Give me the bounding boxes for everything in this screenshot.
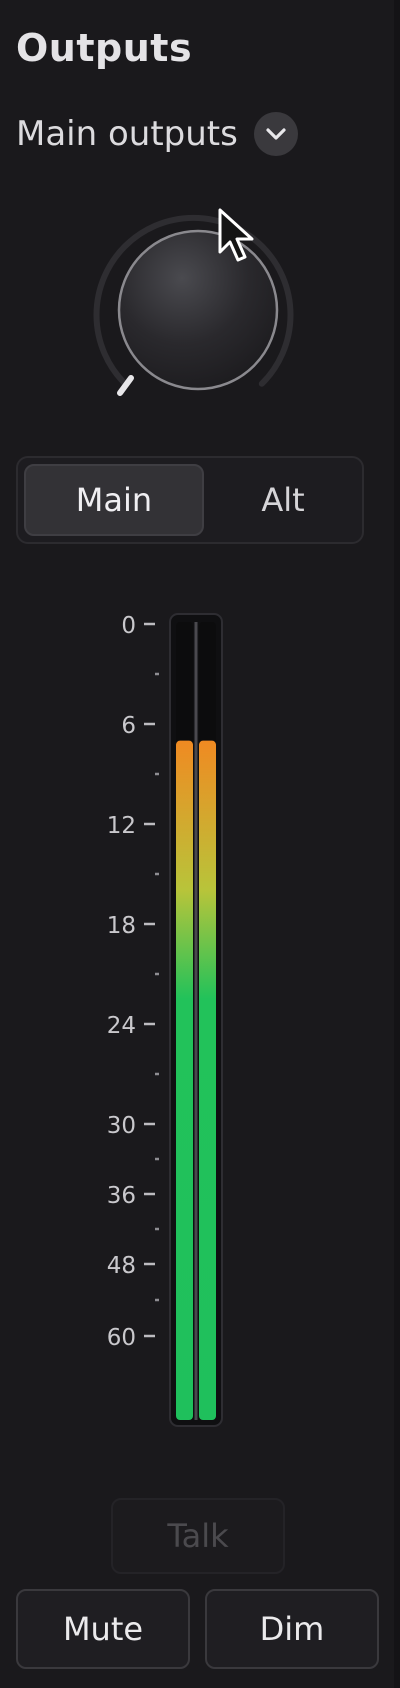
dim-button[interactable]: Dim (205, 1589, 379, 1669)
outputs-panel: Outputs Main outputs Main Alt 0 6 12 18 … (0, 0, 400, 1688)
level-meter: 0 6 12 18 24 30 36 48 60 (0, 600, 400, 1440)
main-alt-switch: Main Alt (16, 456, 364, 544)
meter-scale: 0 6 12 18 24 30 36 48 60 (107, 613, 159, 1351)
scale-label: 60 (107, 1325, 136, 1351)
scale-label: 6 (121, 713, 136, 739)
main-toggle[interactable]: Main (24, 464, 204, 536)
knob-icon (93, 214, 294, 396)
scale-label: 12 (107, 813, 136, 839)
output-select-label: Main outputs (16, 114, 238, 154)
meter-channels (176, 622, 216, 1420)
chevron-down-glyph (266, 128, 286, 140)
volume-knob[interactable] (83, 205, 313, 435)
scale-label: 24 (107, 1013, 136, 1039)
meter-channel-fill (176, 740, 193, 1420)
talk-button[interactable]: Talk (111, 1498, 285, 1574)
scale-label: 0 (121, 613, 136, 639)
output-select[interactable]: Main outputs (16, 106, 298, 162)
mute-button[interactable]: Mute (16, 1589, 190, 1669)
alt-toggle[interactable]: Alt (208, 464, 358, 536)
panel-title: Outputs (16, 26, 193, 70)
chevron-down-icon[interactable] (253, 112, 298, 156)
scale-label: 48 (107, 1253, 136, 1279)
knob-body (117, 229, 279, 391)
scale-label: 18 (107, 913, 136, 939)
scale-label: 36 (107, 1183, 136, 1209)
level-meter-graphic: 0 6 12 18 24 30 36 48 60 (107, 613, 223, 1427)
meter-channel-fill (199, 740, 216, 1420)
scale-label: 30 (107, 1113, 136, 1139)
